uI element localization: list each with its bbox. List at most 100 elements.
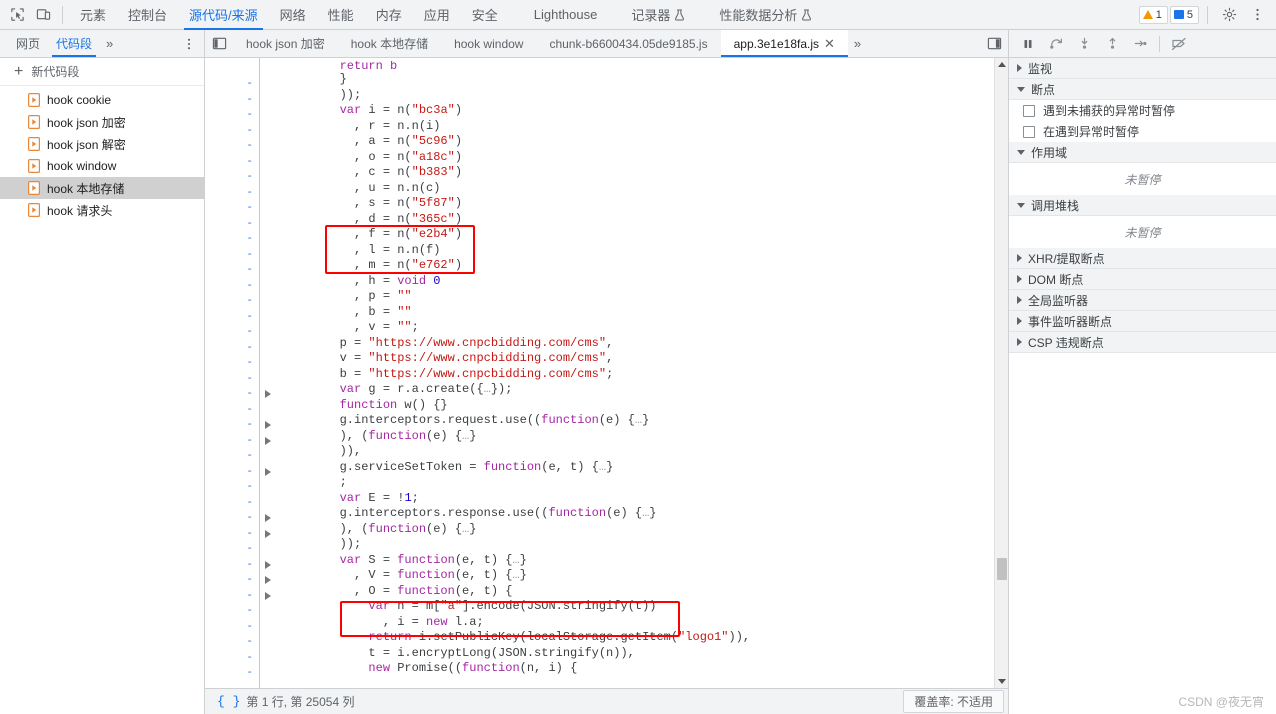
code-line[interactable]: , O = function(e, t) { xyxy=(282,584,994,600)
snippet-item-hook-localstorage[interactable]: hook 本地存储 xyxy=(0,177,204,199)
split-view-icon[interactable] xyxy=(980,30,1008,57)
file-tabs-overflow-icon[interactable]: » xyxy=(848,30,867,57)
code-line[interactable]: return i.setPublicKey(localStorage.getIt… xyxy=(282,630,994,646)
coverage-status[interactable]: 覆盖率: 不适用 xyxy=(903,690,1004,713)
line-number[interactable] xyxy=(205,61,259,77)
code-line[interactable]: , a = n("5c96") xyxy=(282,134,994,150)
line-number[interactable]: - xyxy=(205,154,259,170)
step-into-icon[interactable] xyxy=(1071,32,1097,56)
code-line[interactable]: ), (function(e) {…} xyxy=(282,522,994,538)
section-event-listener-breakpoints[interactable]: 事件监听器断点 xyxy=(1009,311,1276,332)
editor-vertical-scrollbar[interactable] xyxy=(994,58,1008,688)
code-line[interactable]: , p = "" xyxy=(282,289,994,305)
code-line[interactable]: , o = n("a18c") xyxy=(282,150,994,166)
code-line[interactable]: , b = "" xyxy=(282,305,994,321)
line-number[interactable]: - xyxy=(205,480,259,496)
code-line[interactable]: )); xyxy=(282,88,994,104)
file-tab-hook-window[interactable]: hook window xyxy=(441,30,536,57)
snippet-item-hook-json-decrypt[interactable]: hook json 解密 xyxy=(0,133,204,155)
line-number[interactable]: - xyxy=(205,108,259,124)
tab-performance[interactable]: 性能 xyxy=(317,0,365,30)
nav-tab-page[interactable]: 网页 xyxy=(8,30,48,57)
step-out-icon[interactable] xyxy=(1099,32,1125,56)
code-line[interactable]: , f = n("e2b4") xyxy=(282,227,994,243)
line-number[interactable]: - xyxy=(205,263,259,279)
code-fold-toggle[interactable] xyxy=(260,511,276,527)
line-number[interactable]: - xyxy=(205,495,259,511)
line-number[interactable]: - xyxy=(205,418,259,434)
scrollbar-thumb[interactable] xyxy=(997,558,1007,580)
scroll-down-arrow-icon[interactable] xyxy=(995,675,1008,688)
tab-elements[interactable]: 元素 xyxy=(69,0,117,30)
code-fold-toggle[interactable] xyxy=(260,526,276,542)
code-fold-toggle[interactable] xyxy=(260,418,276,434)
code-line[interactable]: t = i.encryptLong(JSON.stringify(n)), xyxy=(282,646,994,662)
tab-performance-insights[interactable]: 性能数据分析 xyxy=(708,0,823,30)
snippet-item-hook-json-encrypt[interactable]: hook json 加密 xyxy=(0,111,204,133)
code-content[interactable]: return b } )); var i = n("bc3a") , r = n… xyxy=(276,58,994,688)
step-over-icon[interactable] xyxy=(1043,32,1069,56)
nav-tab-snippets[interactable]: 代码段 xyxy=(48,30,100,57)
show-navigator-icon[interactable] xyxy=(205,30,233,57)
code-line[interactable]: )), xyxy=(282,444,994,460)
code-line[interactable]: p = "https://www.cnpcbidding.com/cms", xyxy=(282,336,994,352)
code-line[interactable]: function w() {} xyxy=(282,398,994,414)
code-line[interactable]: var g = r.a.create({…}); xyxy=(282,382,994,398)
line-number[interactable]: - xyxy=(205,294,259,310)
line-number[interactable]: - xyxy=(205,433,259,449)
line-number[interactable]: - xyxy=(205,619,259,635)
code-line[interactable]: , s = n("5f87") xyxy=(282,196,994,212)
line-number[interactable]: - xyxy=(205,588,259,604)
line-number[interactable]: - xyxy=(205,139,259,155)
pause-icon[interactable] xyxy=(1015,32,1041,56)
code-line[interactable]: g.interceptors.response.use((function(e)… xyxy=(282,506,994,522)
tab-lighthouse[interactable]: Lighthouse xyxy=(523,0,609,30)
tab-console[interactable]: 控制台 xyxy=(117,0,178,30)
deactivate-breakpoints-icon[interactable] xyxy=(1166,32,1192,56)
code-line[interactable]: , i = new l.a; xyxy=(282,615,994,631)
code-line[interactable]: , v = ""; xyxy=(282,320,994,336)
checkbox[interactable] xyxy=(1023,104,1035,117)
more-vertical-icon[interactable] xyxy=(1244,2,1270,28)
line-number[interactable]: - xyxy=(205,526,259,542)
line-number[interactable]: - xyxy=(205,185,259,201)
code-line[interactable]: new Promise((function(n, i) { xyxy=(282,661,994,677)
file-tab-hook-json-encrypt[interactable]: hook json 加密 xyxy=(233,30,338,57)
code-line[interactable]: ), (function(e) {…} xyxy=(282,429,994,445)
code-line[interactable]: ; xyxy=(282,475,994,491)
line-number[interactable]: - xyxy=(205,402,259,418)
code-line[interactable]: var E = !1; xyxy=(282,491,994,507)
message-count-badge[interactable]: 5 xyxy=(1169,5,1199,24)
code-fold-column[interactable] xyxy=(260,58,276,688)
line-number[interactable]: - xyxy=(205,123,259,139)
line-number[interactable]: - xyxy=(205,170,259,186)
code-line[interactable]: )); xyxy=(282,537,994,553)
line-number[interactable]: - xyxy=(205,278,259,294)
code-line[interactable]: g.interceptors.request.use((function(e) … xyxy=(282,413,994,429)
tab-recorder[interactable]: 记录器 xyxy=(620,0,696,30)
pretty-print-icon[interactable]: { } xyxy=(209,694,246,709)
code-line[interactable]: , l = n.n(f) xyxy=(282,243,994,259)
line-number[interactable]: - xyxy=(205,371,259,387)
code-fold-toggle[interactable] xyxy=(260,573,276,589)
scroll-up-arrow-icon[interactable] xyxy=(995,58,1008,71)
breakpoint-option-uncaught-exceptions[interactable]: 遇到未捕获的异常时暂停 xyxy=(1009,100,1276,121)
code-line[interactable]: , V = function(e, t) {…} xyxy=(282,568,994,584)
section-xhr-breakpoints[interactable]: XHR/提取断点 xyxy=(1009,248,1276,269)
line-number[interactable]: - xyxy=(205,464,259,480)
code-line[interactable]: , m = n("e762") xyxy=(282,258,994,274)
close-icon[interactable]: ✕ xyxy=(824,36,835,52)
code-line[interactable]: } xyxy=(282,72,994,88)
line-number[interactable]: - xyxy=(205,573,259,589)
more-vertical-icon[interactable] xyxy=(182,37,196,51)
file-tab-hook-localstorage[interactable]: hook 本地存储 xyxy=(338,30,441,57)
section-csp-violation-breakpoints[interactable]: CSP 违规断点 xyxy=(1009,332,1276,353)
tab-security[interactable]: 安全 xyxy=(461,0,509,30)
code-fold-toggle[interactable] xyxy=(260,387,276,403)
line-number[interactable]: - xyxy=(205,340,259,356)
code-fold-toggle[interactable] xyxy=(260,464,276,480)
line-number[interactable]: - xyxy=(205,604,259,620)
file-tab-app-js[interactable]: app.3e1e18fa.js ✕ xyxy=(720,30,849,57)
line-number[interactable]: - xyxy=(205,666,259,682)
code-line[interactable]: b = "https://www.cnpcbidding.com/cms"; xyxy=(282,367,994,383)
